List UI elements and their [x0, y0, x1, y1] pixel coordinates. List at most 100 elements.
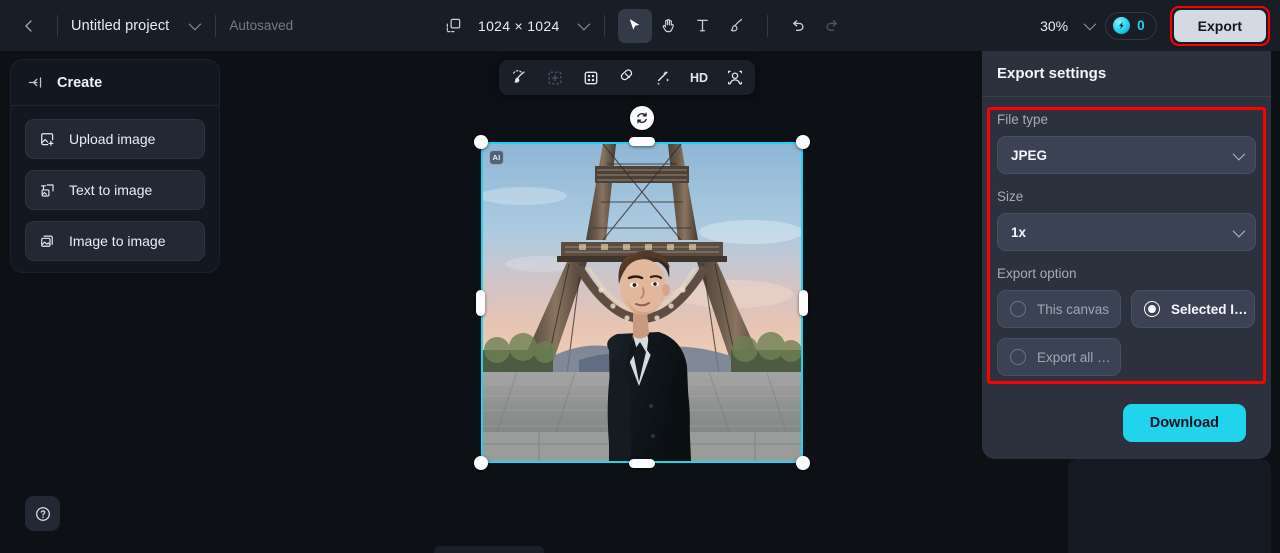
project-title: Untitled project	[71, 17, 170, 34]
resize-handle-top-left[interactable]	[474, 135, 488, 149]
image-stack-icon	[39, 233, 56, 250]
text-tool[interactable]	[686, 9, 720, 43]
top-toolbar: Untitled project Autosaved 1024 × 1024 3…	[0, 0, 1280, 51]
sidebar-item-upload-image[interactable]: Upload image	[25, 119, 205, 159]
bottom-toolbar-peek[interactable]	[434, 546, 544, 553]
canvas-dimensions: 1024 × 1024	[478, 17, 560, 34]
export-option-selected-image[interactable]: Selected I…	[1131, 290, 1255, 328]
text-t-icon	[697, 19, 708, 32]
crop-tool[interactable]	[577, 64, 605, 92]
export-option-text: Export all …	[1037, 349, 1111, 365]
pan-tool[interactable]	[652, 9, 686, 43]
radio-unchecked-icon	[1010, 301, 1026, 317]
export-option-text: Selected I…	[1171, 301, 1248, 317]
eiffel-tower-portrait-image	[483, 144, 801, 461]
expand-frame-icon	[548, 71, 562, 84]
eraser-tool[interactable]	[613, 64, 641, 92]
canvas-resize-icon	[446, 18, 460, 33]
chevron-left-icon	[25, 19, 32, 32]
resize-handle-right[interactable]	[799, 289, 808, 316]
create-sidebar: Create Upload image Text to image Image …	[10, 59, 220, 273]
resize-handle-bottom[interactable]	[629, 459, 655, 468]
file-type-label: File type	[997, 112, 1049, 127]
sidebar-item-label: Text to image	[69, 182, 153, 198]
rotate-handle[interactable]	[630, 106, 654, 130]
resize-handle-top-right[interactable]	[796, 135, 810, 149]
zoom-menu-button[interactable]	[1080, 13, 1097, 39]
back-button[interactable]	[14, 11, 44, 41]
select-tool[interactable]	[617, 8, 652, 43]
resize-handle-top[interactable]	[629, 137, 655, 146]
divider	[215, 14, 217, 37]
autosave-status: Autosaved	[229, 18, 294, 33]
chevron-down-icon	[577, 17, 590, 30]
image-plus-icon	[39, 131, 56, 148]
undo-button[interactable]	[781, 9, 815, 43]
export-panel-header: Export settings	[982, 51, 1271, 97]
export-option-export-all[interactable]: Export all …	[997, 338, 1121, 376]
magic-wand-icon	[657, 70, 670, 85]
canvas-selection[interactable]: AI	[474, 106, 810, 470]
inpaint-brush-tool[interactable]	[505, 64, 533, 92]
credit-bolt-icon	[1113, 17, 1131, 34]
resize-handle-left[interactable]	[476, 289, 485, 316]
collapse-panel-button[interactable]	[27, 74, 44, 91]
question-circle-icon	[35, 506, 50, 521]
export-option-text: This canvas	[1037, 301, 1110, 317]
help-button[interactable]	[25, 496, 60, 531]
resize-handle-bottom-right[interactable]	[796, 456, 810, 470]
radio-unchecked-icon	[1010, 349, 1026, 365]
export-option-this-canvas[interactable]: This canvas	[997, 290, 1121, 328]
file-type-select[interactable]: JPEG	[997, 136, 1256, 174]
magic-wand-tool[interactable]	[649, 64, 677, 92]
eraser-icon	[620, 68, 633, 80]
canvas-resize-button[interactable]	[436, 9, 470, 43]
brush-tool[interactable]	[720, 9, 754, 43]
collapse-panel-icon	[28, 77, 42, 88]
size-select[interactable]: 1x	[997, 213, 1256, 251]
sidebar-item-label: Upload image	[69, 131, 156, 147]
chevron-down-icon	[1083, 17, 1097, 30]
redo-button[interactable]	[815, 9, 849, 43]
sidebar-header: Create	[11, 60, 219, 106]
redo-arrow-icon	[825, 19, 837, 31]
export-option-group: This canvas Selected I… Export all …	[997, 290, 1256, 376]
bolt-glyph-icon	[1119, 21, 1125, 30]
hand-icon	[662, 19, 674, 33]
app-root: Untitled project Autosaved 1024 × 1024 3…	[0, 0, 1280, 553]
canvas-floating-toolbar: HD	[499, 60, 755, 95]
sidebar-item-text-to-image[interactable]: Text to image	[25, 170, 205, 210]
text-to-image-icon	[39, 182, 56, 199]
selected-image[interactable]: AI	[481, 142, 803, 463]
export-settings-panel: Export settings File type JPEG Size 1x E…	[982, 51, 1271, 459]
sidebar-items: Upload image Text to image Image to imag…	[11, 106, 219, 274]
credits-badge[interactable]: 0	[1105, 11, 1157, 40]
canvas-size-menu-button[interactable]	[574, 13, 591, 39]
resize-handle-bottom-left[interactable]	[474, 456, 488, 470]
export-button[interactable]: Export	[1173, 9, 1266, 42]
sidebar-item-image-to-image[interactable]: Image to image	[25, 221, 205, 261]
right-panel-underlay	[1068, 459, 1271, 553]
paintbrush-icon	[730, 18, 743, 32]
divider	[603, 14, 605, 37]
file-type-value: JPEG	[1011, 147, 1048, 163]
size-label: Size	[997, 189, 1024, 204]
magic-brush-icon	[513, 69, 525, 83]
export-panel-body: File type JPEG Size 1x Export option Thi…	[982, 97, 1271, 376]
size-value: 1x	[1011, 224, 1027, 240]
project-menu-button[interactable]	[185, 13, 202, 39]
export-button-highlight: Export	[1169, 5, 1270, 46]
undo-arrow-icon	[792, 19, 804, 31]
center-tool-group: 1024 × 1024	[436, 0, 849, 51]
hd-upscale-tool[interactable]: HD	[685, 64, 713, 92]
crop-frame-icon	[584, 71, 598, 84]
expand-canvas-tool[interactable]	[541, 64, 569, 92]
download-button[interactable]: Download	[1122, 404, 1246, 442]
hd-text-icon: HD	[689, 70, 709, 85]
chevron-down-icon	[188, 17, 202, 30]
zoom-level: 30%	[1040, 17, 1069, 34]
ai-badge: AI	[489, 150, 504, 165]
chevron-down-icon	[1232, 224, 1246, 237]
face-enhance-tool[interactable]	[721, 64, 749, 92]
divider	[766, 14, 768, 37]
